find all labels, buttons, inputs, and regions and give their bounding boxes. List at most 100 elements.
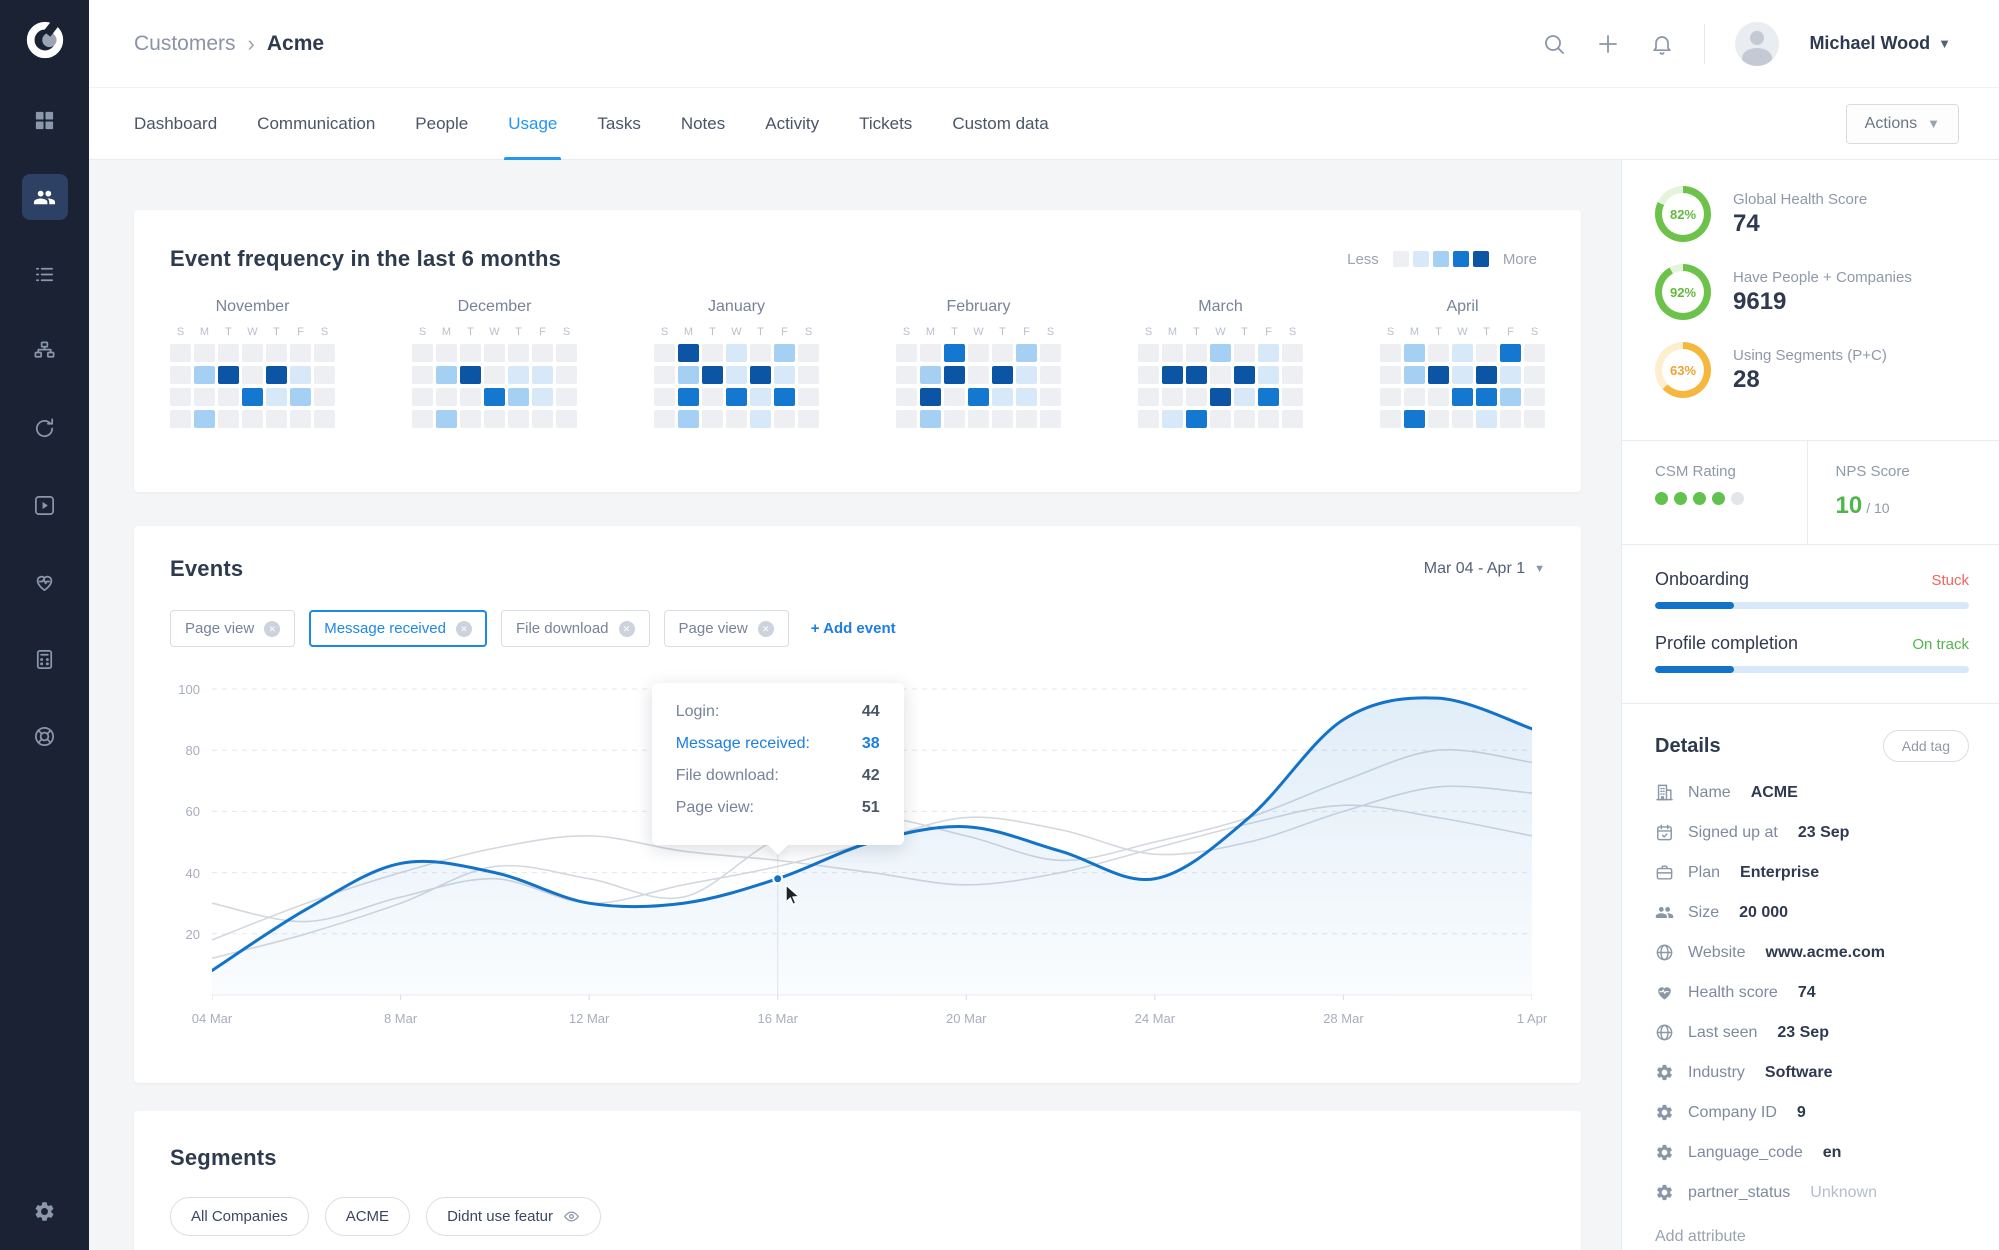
user-menu[interactable]: Michael Wood ▼ <box>1809 33 1951 54</box>
heatmap-cell[interactable] <box>1162 366 1183 384</box>
search-icon[interactable] <box>1542 32 1566 56</box>
heatmap-cell[interactable] <box>774 388 795 406</box>
heatmap-cell[interactable] <box>194 388 215 406</box>
segment-chip-acme[interactable]: ACME <box>324 1197 411 1236</box>
heatmap-cell[interactable] <box>1428 410 1449 428</box>
heatmap-cell[interactable] <box>242 344 263 362</box>
heatmap-cell[interactable] <box>412 388 433 406</box>
heatmap-cell[interactable] <box>532 366 553 384</box>
heatmap-cell[interactable] <box>896 388 917 406</box>
heatmap-cell[interactable] <box>1016 410 1037 428</box>
tab-usage[interactable]: Usage <box>504 88 562 160</box>
heatmap-cell[interactable] <box>532 388 553 406</box>
add-event-button[interactable]: + Add event <box>811 620 896 637</box>
heatmap-cell[interactable] <box>920 388 941 406</box>
heatmap-cell[interactable] <box>1524 388 1545 406</box>
heatmap-cell[interactable] <box>1186 366 1207 384</box>
heatmap-cell[interactable] <box>774 344 795 362</box>
heatmap-cell[interactable] <box>1524 410 1545 428</box>
heatmap-cell[interactable] <box>508 344 529 362</box>
heatmap-cell[interactable] <box>1500 344 1521 362</box>
heatmap-cell[interactable] <box>556 366 577 384</box>
segment-chip-didnt-use-featur[interactable]: Didnt use featur <box>426 1197 601 1236</box>
heatmap-cell[interactable] <box>242 410 263 428</box>
heatmap-cell[interactable] <box>412 366 433 384</box>
heatmap-cell[interactable] <box>218 366 239 384</box>
heatmap-cell[interactable] <box>944 410 965 428</box>
heatmap-cell[interactable] <box>436 388 457 406</box>
heatmap-cell[interactable] <box>1234 344 1255 362</box>
add-attribute-link[interactable]: Add attribute <box>1655 1228 1969 1246</box>
heatmap-cell[interactable] <box>678 410 699 428</box>
heatmap-cell[interactable] <box>484 410 505 428</box>
heatmap-cell[interactable] <box>1452 410 1473 428</box>
heatmap-cell[interactable] <box>1162 344 1183 362</box>
sidebar-item-billing[interactable] <box>22 636 68 682</box>
heatmap-cell[interactable] <box>1500 410 1521 428</box>
sidebar-item-lifecycle[interactable] <box>22 405 68 451</box>
heatmap-cell[interactable] <box>678 344 699 362</box>
heatmap-cell[interactable] <box>460 366 481 384</box>
tab-dashboard[interactable]: Dashboard <box>134 88 217 159</box>
heatmap-cell[interactable] <box>1186 388 1207 406</box>
heatmap-cell[interactable] <box>798 344 819 362</box>
heatmap-cell[interactable] <box>726 388 747 406</box>
heatmap-cell[interactable] <box>1452 388 1473 406</box>
heatmap-cell[interactable] <box>750 388 771 406</box>
heatmap-cell[interactable] <box>702 366 723 384</box>
heatmap-cell[interactable] <box>508 366 529 384</box>
heatmap-cell[interactable] <box>194 410 215 428</box>
heatmap-cell[interactable] <box>1210 388 1231 406</box>
event-filter-chip-message-received[interactable]: Message received ✕ <box>309 610 487 647</box>
heatmap-cell[interactable] <box>436 344 457 362</box>
heatmap-cell[interactable] <box>1162 388 1183 406</box>
heatmap-cell[interactable] <box>242 366 263 384</box>
heatmap-cell[interactable] <box>1040 344 1061 362</box>
heatmap-cell[interactable] <box>654 366 675 384</box>
heatmap-cell[interactable] <box>1016 366 1037 384</box>
sidebar-item-dashboard[interactable] <box>22 97 68 143</box>
heatmap-cell[interactable] <box>556 344 577 362</box>
heatmap-cell[interactable] <box>484 344 505 362</box>
heatmap-cell[interactable] <box>1138 344 1159 362</box>
heatmap-cell[interactable] <box>1138 366 1159 384</box>
sidebar-item-segments[interactable] <box>22 328 68 374</box>
heatmap-cell[interactable] <box>678 366 699 384</box>
heatmap-cell[interactable] <box>1234 388 1255 406</box>
heatmap-cell[interactable] <box>654 410 675 428</box>
heatmap-cell[interactable] <box>1040 388 1061 406</box>
heatmap-cell[interactable] <box>896 344 917 362</box>
heatmap-cell[interactable] <box>968 344 989 362</box>
event-filter-chip-page-view[interactable]: Page view ✕ <box>170 610 296 647</box>
heatmap-cell[interactable] <box>170 388 191 406</box>
heatmap-cell[interactable] <box>702 344 723 362</box>
heatmap-cell[interactable] <box>896 410 917 428</box>
event-filter-chip-page-view[interactable]: Page view ✕ <box>663 610 789 647</box>
heatmap-cell[interactable] <box>1404 366 1425 384</box>
close-icon[interactable]: ✕ <box>618 620 635 637</box>
heatmap-cell[interactable] <box>1380 410 1401 428</box>
heatmap-cell[interactable] <box>1016 388 1037 406</box>
heatmap-cell[interactable] <box>1500 388 1521 406</box>
heatmap-cell[interactable] <box>1162 410 1183 428</box>
heatmap-cell[interactable] <box>1476 344 1497 362</box>
heatmap-cell[interactable] <box>314 344 335 362</box>
heatmap-cell[interactable] <box>218 388 239 406</box>
heatmap-cell[interactable] <box>654 388 675 406</box>
add-icon[interactable] <box>1596 32 1620 56</box>
heatmap-cell[interactable] <box>702 410 723 428</box>
heatmap-cell[interactable] <box>532 344 553 362</box>
heatmap-cell[interactable] <box>460 344 481 362</box>
heatmap-cell[interactable] <box>726 410 747 428</box>
heatmap-cell[interactable] <box>508 388 529 406</box>
heatmap-cell[interactable] <box>290 410 311 428</box>
tab-activity[interactable]: Activity <box>765 88 819 159</box>
heatmap-cell[interactable] <box>1524 344 1545 362</box>
notifications-bell-icon[interactable] <box>1650 32 1674 56</box>
heatmap-cell[interactable] <box>1428 366 1449 384</box>
actions-button[interactable]: Actions ▼ <box>1845 103 1959 144</box>
heatmap-cell[interactable] <box>774 366 795 384</box>
heatmap-cell[interactable] <box>702 388 723 406</box>
heatmap-cell[interactable] <box>968 388 989 406</box>
tab-tickets[interactable]: Tickets <box>859 88 912 159</box>
